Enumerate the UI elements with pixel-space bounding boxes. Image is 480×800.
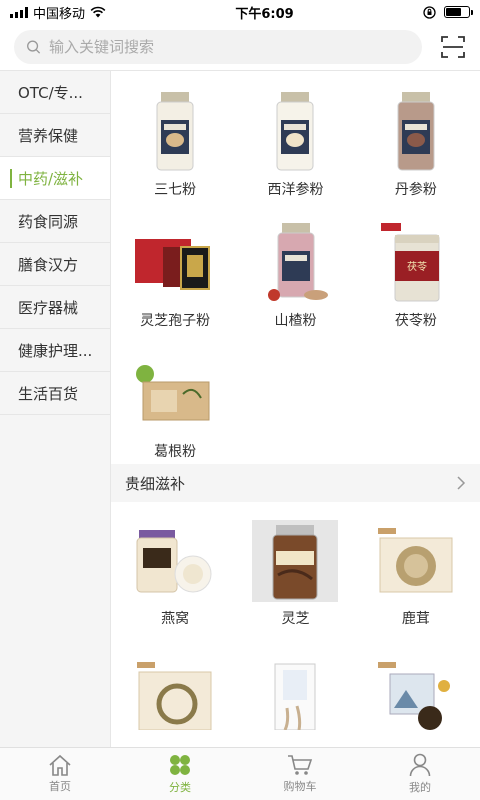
powder-grid: 三七粉 西洋参粉 丹参粉 灵芝孢子粉 山楂粉 茯苓 茯苓粉 葛根粉 (111, 71, 480, 464)
tab-label: 首页 (49, 780, 71, 793)
product-item[interactable]: 西洋参粉 (235, 71, 355, 202)
signal-icon (10, 6, 28, 18)
search-icon (27, 40, 41, 54)
sidebar-item-tcm-tonic[interactable]: 中药/滋补 (0, 157, 110, 200)
product-item[interactable]: 茯苓 茯苓粉 (356, 202, 476, 333)
box-image (133, 222, 217, 304)
jar-image (253, 91, 337, 173)
tab-mine[interactable]: 我的 (360, 748, 480, 800)
status-bar: 中国移动 下午6:09 (0, 0, 480, 24)
product-item[interactable]: 葛根粉 (115, 333, 235, 464)
tab-home[interactable]: 首页 (0, 748, 120, 800)
product-item[interactable] (115, 636, 235, 747)
product-item[interactable]: 三七粉 (115, 71, 235, 202)
product-item[interactable]: 灵芝 (235, 502, 355, 636)
jar-image (133, 91, 217, 173)
sidebar-item-nutrition[interactable]: 营养保健 (0, 114, 110, 157)
jar-image (252, 520, 339, 602)
box-image (133, 353, 217, 435)
sidebar-item-medical-devices[interactable]: 医疗器械 (0, 286, 110, 329)
svg-text:茯苓: 茯苓 (407, 260, 427, 273)
sidebar-item-label: 医疗器械 (18, 298, 79, 317)
scan-button[interactable] (440, 34, 466, 60)
sidebar-item-herbal-diet[interactable]: 膳食汉方 (0, 243, 110, 286)
jar-image (374, 91, 458, 173)
box-image (253, 654, 337, 736)
product-label: 葛根粉 (154, 444, 197, 460)
status-left: 中国移动 (10, 3, 106, 22)
tab-label: 购物车 (283, 780, 317, 793)
section-header-tonic[interactable]: 贵细滋补 (111, 464, 480, 502)
jar-image (253, 222, 337, 304)
product-label: 丹参粉 (394, 182, 437, 198)
clock: 下午6:09 (235, 6, 294, 22)
sidebar-item-food-medicine[interactable]: 药食同源 (0, 200, 110, 243)
tonic-grid: 燕窝 灵芝 鹿茸 (111, 502, 480, 747)
box-image (374, 520, 458, 602)
product-label: 西洋参粉 (267, 182, 324, 198)
status-right (423, 5, 473, 19)
box-image (374, 654, 458, 736)
carrier-label: 中国移动 (33, 6, 86, 22)
sidebar-item-daily-goods[interactable]: 生活百货 (0, 372, 110, 415)
sidebar-item-label: 药食同源 (18, 212, 79, 231)
user-icon (409, 753, 431, 777)
sidebar-item-health-care[interactable]: 健康护理... (0, 329, 110, 372)
sidebar-item-label: 健康护理... (18, 341, 93, 360)
search-bar[interactable] (14, 30, 422, 64)
main-area: OTC/专... 营养保健 中药/滋补 药食同源 膳食汉方 医疗器械 健康护理.… (0, 70, 480, 747)
product-label: 茯苓粉 (394, 313, 437, 329)
product-label: 燕窝 (161, 611, 190, 627)
sidebar-item-label: 营养保健 (18, 126, 79, 145)
tab-label: 我的 (409, 781, 431, 794)
product-item[interactable]: 灵芝孢子粉 (115, 202, 235, 333)
sidebar-item-label: 生活百货 (18, 384, 79, 403)
search-input[interactable] (49, 38, 410, 56)
product-item[interactable]: 鹿茸 (356, 502, 476, 636)
tab-label: 分类 (169, 781, 191, 794)
category-sidebar: OTC/专... 营养保健 中药/滋补 药食同源 膳食汉方 医疗器械 健康护理.… (0, 71, 111, 747)
search-row (0, 24, 480, 70)
wifi-icon (90, 6, 106, 18)
product-item[interactable]: 山楂粉 (235, 202, 355, 333)
product-item[interactable] (356, 636, 476, 747)
category-icon (170, 755, 190, 775)
battery-icon (443, 6, 473, 18)
product-item[interactable] (235, 636, 355, 747)
product-label: 山楂粉 (274, 313, 317, 329)
product-label: 三七粉 (154, 182, 197, 198)
sidebar-item-label: OTC/专... (18, 83, 83, 102)
home-icon (49, 754, 71, 776)
tab-category[interactable]: 分类 (120, 748, 240, 800)
chevron-right-icon (457, 476, 466, 490)
jar-image (133, 520, 217, 602)
orientation-lock-icon (423, 5, 436, 19)
product-label: 鹿茸 (401, 611, 430, 627)
product-content: 三七粉 西洋参粉 丹参粉 灵芝孢子粉 山楂粉 茯苓 茯苓粉 葛根粉 贵细滋补 燕… (111, 71, 480, 747)
product-item[interactable]: 燕窝 (115, 502, 235, 636)
product-label: 灵芝 (281, 611, 310, 627)
can-image: 茯苓 (374, 222, 458, 304)
cart-icon (288, 755, 313, 775)
sidebar-item-label: 膳食汉方 (18, 255, 79, 274)
section-title: 贵细滋补 (125, 474, 186, 493)
sidebar-item-otc[interactable]: OTC/专... (0, 71, 110, 114)
product-item[interactable]: 丹参粉 (356, 71, 476, 202)
bottom-tab-bar: 首页 分类 购物车 我的 (0, 747, 480, 800)
box-image (133, 654, 217, 736)
tab-cart[interactable]: 购物车 (240, 748, 360, 800)
sidebar-item-label: 中药/滋补 (18, 169, 84, 188)
product-label: 灵芝孢子粉 (140, 313, 211, 329)
scan-icon (441, 36, 465, 58)
